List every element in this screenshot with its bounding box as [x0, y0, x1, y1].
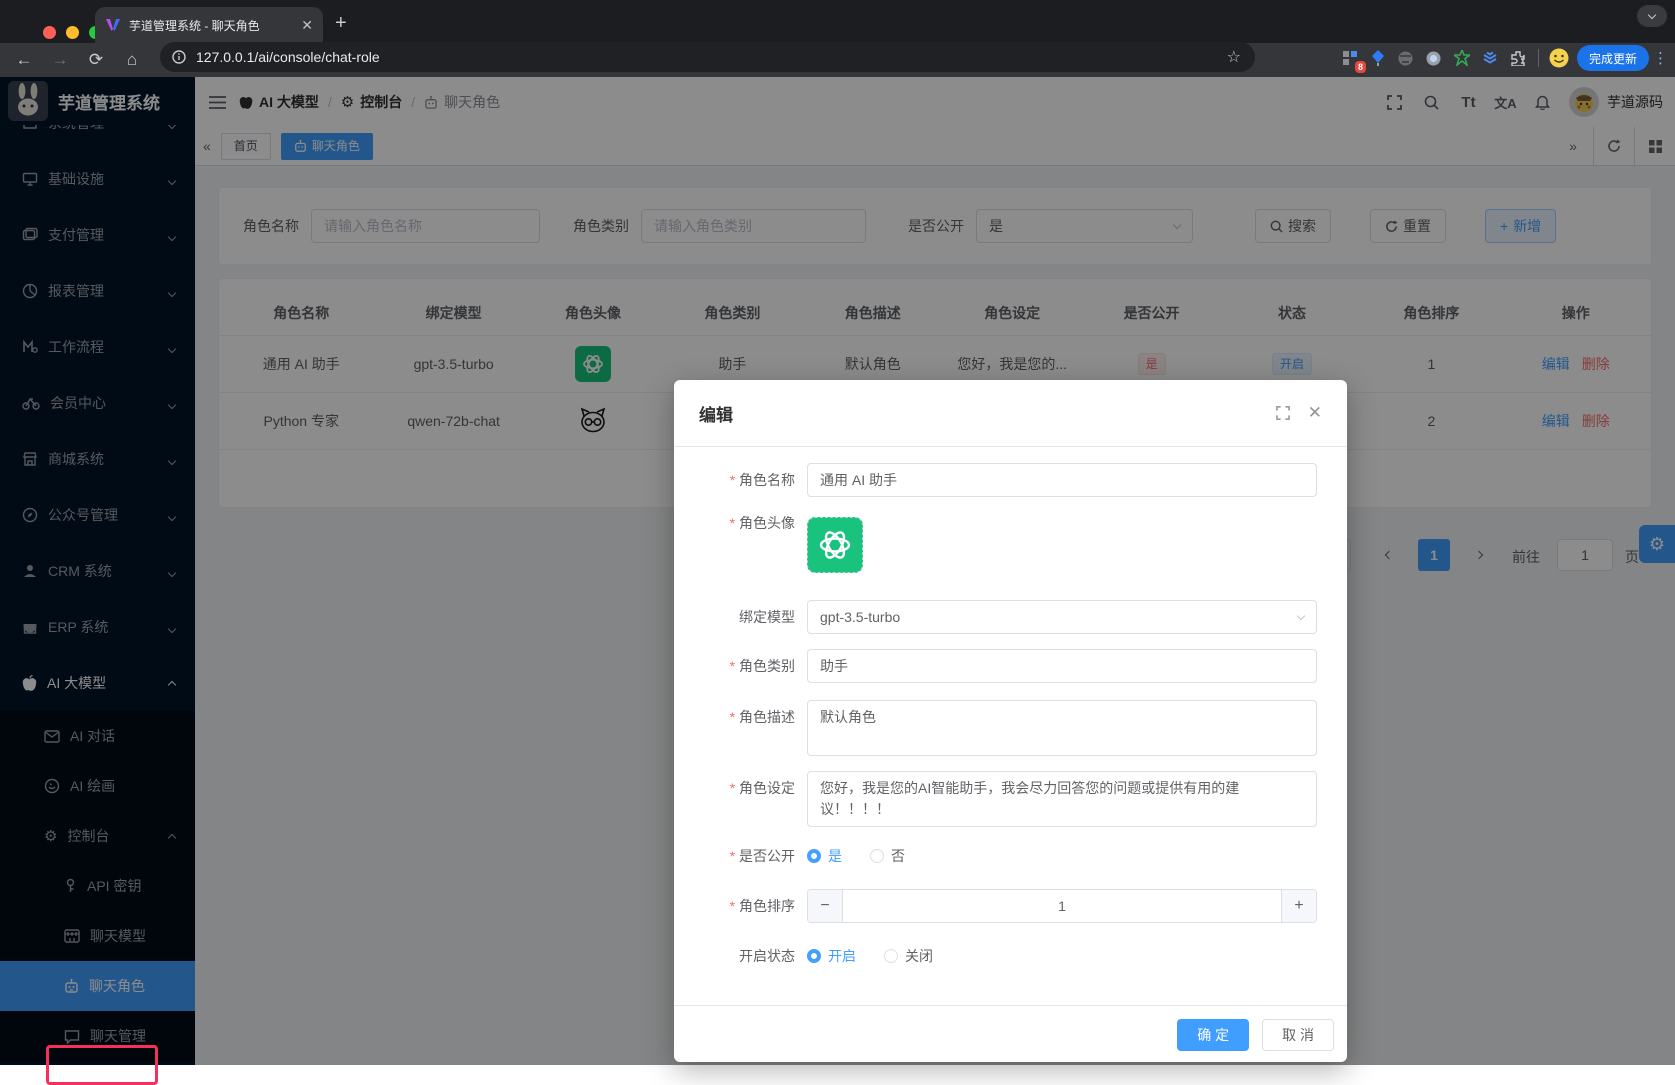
sort-stepper: − +: [807, 889, 1317, 923]
radio-dot-icon: [870, 849, 884, 863]
extension-circle-icon[interactable]: [1420, 46, 1448, 70]
form-row-name: 角色名称: [699, 463, 1317, 497]
tab-title: 芋道管理系统 - 聊天角色: [129, 17, 301, 34]
radio-label: 是: [828, 846, 842, 866]
reload-button[interactable]: ⟳: [78, 50, 114, 70]
form-row-public: 是否公开 是 否: [699, 839, 1317, 873]
status-on-radio[interactable]: 开启: [807, 946, 856, 966]
form-row-description: 角色描述 默认角色: [699, 700, 1317, 759]
radio-dot-icon: [807, 849, 821, 863]
decrease-button[interactable]: −: [808, 890, 842, 922]
back-button[interactable]: ←: [6, 50, 42, 70]
chevron-down-icon: [1297, 611, 1305, 619]
dialog-title: 编辑: [699, 401, 1258, 426]
favicon-icon: [105, 17, 121, 33]
window-close-button[interactable]: [43, 26, 56, 39]
avatar-upload[interactable]: [807, 517, 863, 573]
extension-ball-icon[interactable]: [1392, 46, 1420, 70]
address-bar[interactable]: 127.0.0.1/ai/console/chat-role ☆: [160, 42, 1255, 72]
field-label: 角色设定: [699, 771, 807, 830]
radio-label: 否: [891, 846, 905, 866]
public-no-radio[interactable]: 否: [870, 846, 905, 866]
extension-grid-icon[interactable]: 8: [1336, 46, 1364, 70]
extension-layers-icon[interactable]: [1476, 46, 1504, 70]
field-label: 角色排序: [699, 889, 807, 923]
bind-model-select[interactable]: gpt-3.5-turbo: [807, 600, 1317, 634]
public-yes-radio[interactable]: 是: [807, 846, 842, 866]
role-description-field[interactable]: 默认角色: [807, 700, 1317, 756]
dialog-fullscreen-icon[interactable]: [1276, 406, 1290, 420]
role-setting-field[interactable]: 您好，我是您的AI智能助手，我会尽力回答您的问题或提供有用的建议！！！！: [807, 771, 1317, 827]
radio-dot-icon: [807, 949, 821, 963]
form-row-setting: 角色设定 您好，我是您的AI智能助手，我会尽力回答您的问题或提供有用的建议！！！…: [699, 771, 1317, 830]
form-row-model: 绑定模型 gpt-3.5-turbo: [699, 600, 1317, 634]
window-minimize-button[interactable]: [66, 26, 79, 39]
bind-model-value: gpt-3.5-turbo: [820, 609, 900, 625]
radio-dot-icon: [884, 949, 898, 963]
browser-toolbar: ← → ⟳ ⌂ 127.0.0.1/ai/console/chat-role ☆…: [0, 43, 1675, 77]
dialog-header: 编辑 ✕: [674, 380, 1347, 447]
toolbar-divider: [1538, 49, 1539, 67]
openai-logo-icon: [818, 528, 852, 562]
field-label: 角色头像: [699, 506, 807, 573]
extension-kite-icon[interactable]: [1364, 46, 1392, 70]
update-chrome-button[interactable]: 完成更新: [1577, 45, 1649, 71]
browser-tab[interactable]: 芋道管理系统 - 聊天角色 ✕: [95, 7, 323, 43]
browser-menu-icon[interactable]: ⋮: [1653, 49, 1667, 67]
increase-button[interactable]: +: [1282, 890, 1316, 922]
new-tab-button[interactable]: +: [335, 13, 347, 33]
annotation-highlight-box: [46, 1045, 158, 1085]
role-name-field[interactable]: [807, 463, 1317, 497]
browser-chrome: 芋道管理系统 - 聊天角色 ✕ + ← → ⟳ ⌂ 127.0.0.1/ai/c…: [0, 0, 1675, 77]
field-label: 是否公开: [699, 839, 807, 873]
tab-close-icon[interactable]: ✕: [301, 17, 313, 34]
update-chrome-label: 完成更新: [1589, 50, 1637, 67]
form-row-status: 开启状态 开启 关闭: [699, 939, 1317, 973]
dialog-footer: 确 定 取 消: [674, 1005, 1347, 1063]
field-label: 角色描述: [699, 700, 807, 759]
form-row-avatar: 角色头像: [699, 506, 1317, 573]
field-label: 角色名称: [699, 463, 807, 497]
bookmark-star-icon[interactable]: ☆: [1227, 47, 1241, 67]
site-info-icon[interactable]: [172, 50, 186, 64]
role-category-field[interactable]: [807, 649, 1317, 683]
form-row-sort: 角色排序 − +: [699, 889, 1317, 923]
radio-label: 开启: [828, 946, 856, 966]
extensions-puzzle-icon[interactable]: [1504, 46, 1532, 70]
field-label: 绑定模型: [699, 600, 807, 634]
form-row-category: 角色类别: [699, 649, 1317, 683]
browser-tab-strip: 芋道管理系统 - 聊天角色 ✕ +: [0, 0, 1675, 43]
edit-dialog: 编辑 ✕ 角色名称 角色头像 绑定模型 gpt-3.5-turbo 角色类别 角…: [674, 380, 1347, 1062]
field-label: 角色类别: [699, 649, 807, 683]
home-button[interactable]: ⌂: [114, 50, 150, 70]
profile-avatar-icon[interactable]: [1545, 46, 1573, 70]
tab-search-chevron[interactable]: [1637, 5, 1667, 27]
field-label: 开启状态: [699, 939, 807, 973]
radio-label: 关闭: [905, 946, 933, 966]
forward-button[interactable]: →: [42, 50, 78, 70]
cancel-button[interactable]: 取 消: [1262, 1019, 1334, 1051]
status-off-radio[interactable]: 关闭: [884, 946, 933, 966]
dialog-close-icon[interactable]: ✕: [1308, 403, 1322, 423]
extension-star-icon[interactable]: [1448, 46, 1476, 70]
confirm-button[interactable]: 确 定: [1177, 1019, 1249, 1051]
sort-value-input[interactable]: [842, 890, 1282, 922]
url-text[interactable]: 127.0.0.1/ai/console/chat-role: [196, 49, 380, 65]
